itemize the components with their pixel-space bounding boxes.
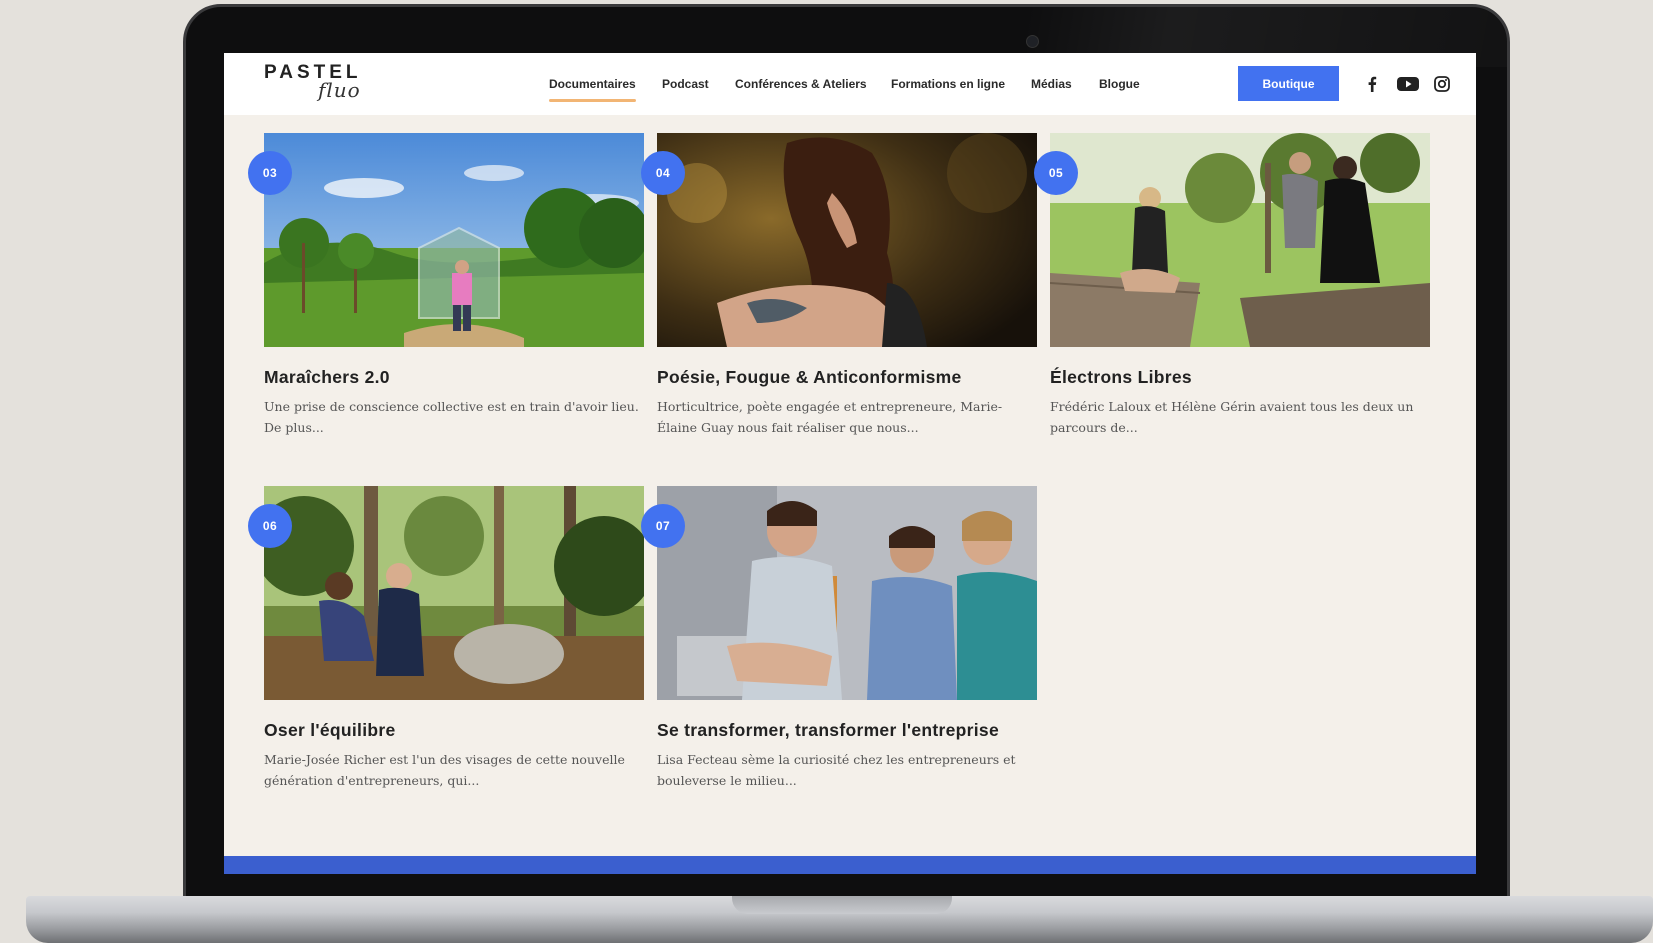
website-screen: PASTEL fluo Documentaires Podcast Confér… <box>224 53 1476 874</box>
documentary-card[interactable]: 05 Électrons Libres Frédéric Laloux et H… <box>1034 133 1430 438</box>
documentary-card[interactable]: 07 Se transformer, transformer l'entrepr… <box>641 486 1037 791</box>
documentary-card[interactable]: 06 Oser l'équilibre Marie-Josée Richer e… <box>248 486 644 791</box>
card-description: Marie-Josée Richer est l'un des visages … <box>264 752 625 788</box>
laptop-notch <box>732 896 952 914</box>
card-title[interactable]: Poésie, Fougue & Anticonformisme <box>657 367 1037 388</box>
card-title[interactable]: Maraîchers 2.0 <box>264 367 644 388</box>
boutique-button[interactable]: Boutique <box>1238 66 1339 101</box>
youtube-icon[interactable] <box>1395 73 1421 95</box>
footer-band <box>224 856 1476 874</box>
documentary-card[interactable]: 04 Poésie, Fougue & Anticonformisme Hort… <box>641 133 1037 438</box>
documentary-thumbnail[interactable] <box>657 133 1037 347</box>
episode-number-badge: 05 <box>1034 151 1078 195</box>
documentary-card[interactable]: 03 Maraîchers 2.0 Une prise de conscienc… <box>248 133 644 438</box>
episode-number-badge: 04 <box>641 151 685 195</box>
laptop-base <box>26 896 1653 943</box>
documentary-thumbnail[interactable] <box>657 486 1037 700</box>
documentary-thumbnail[interactable] <box>264 133 644 347</box>
card-description: Une prise de conscience collective est e… <box>264 399 639 435</box>
documentary-thumbnail[interactable] <box>1050 133 1430 347</box>
nav-item-documentaires[interactable]: Documentaires <box>549 77 636 102</box>
card-description: Lisa Fecteau sème la curiosité chez les … <box>657 752 1016 788</box>
card-title[interactable]: Oser l'équilibre <box>264 720 644 741</box>
card-title[interactable]: Électrons Libres <box>1050 367 1430 388</box>
card-description: Frédéric Laloux et Hélène Gérin avaient … <box>1050 399 1414 435</box>
nav-item-podcast[interactable]: Podcast <box>662 77 709 91</box>
episode-number-badge: 03 <box>248 151 292 195</box>
nav-item-blogue[interactable]: Blogue <box>1099 77 1140 91</box>
nav-item-medias[interactable]: Médias <box>1031 77 1072 91</box>
card-title[interactable]: Se transformer, transformer l'entreprise <box>657 720 1037 741</box>
card-description: Horticultrice, poète engagée et entrepre… <box>657 399 1003 435</box>
nav-item-formations[interactable]: Formations en ligne <box>891 77 1005 91</box>
episode-number-badge: 07 <box>641 504 685 548</box>
camera-icon <box>1026 35 1039 48</box>
site-header: PASTEL fluo Documentaires Podcast Confér… <box>224 53 1476 115</box>
facebook-icon[interactable] <box>1361 73 1383 95</box>
nav-item-conferences[interactable]: Conférences & Ateliers <box>735 77 867 91</box>
instagram-icon[interactable] <box>1431 73 1453 95</box>
documentary-thumbnail[interactable] <box>264 486 644 700</box>
episode-number-badge: 06 <box>248 504 292 548</box>
